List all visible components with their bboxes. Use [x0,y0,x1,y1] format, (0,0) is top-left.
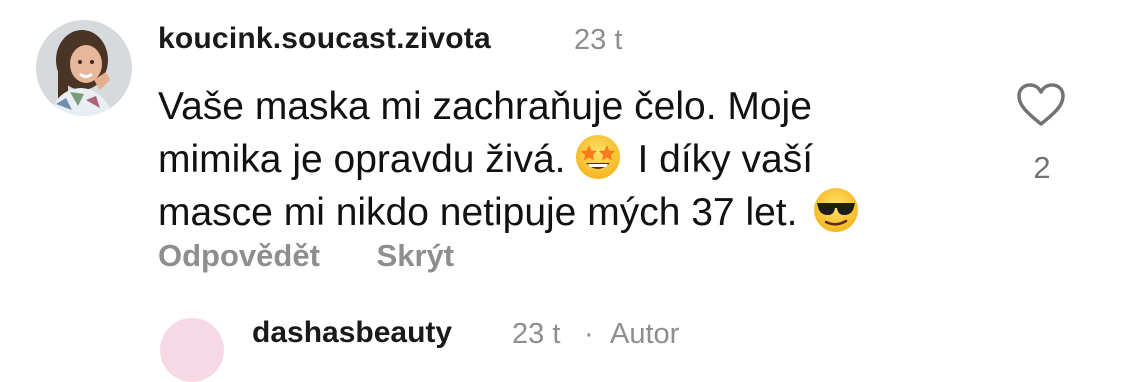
avatar[interactable] [160,318,224,382]
star-struck-emoji-icon [573,132,623,182]
comment: koucink.soucast.zivota 23 t Vaše maska m… [0,0,1124,300]
comment-username[interactable]: dashasbeauty [252,316,452,350]
like-count: 2 [1033,150,1051,185]
comment-text-segment: I díky vaší [637,138,814,181]
comment-text-line: Vaše maska mi zachraňuje čelo. Moje [158,85,812,128]
next-comment: dashasbeauty 23 t · Autor [0,306,1124,382]
comment-text-segment: mimika je opravdu živá. [158,138,566,181]
separator: · [584,318,594,350]
comment-username[interactable]: koucink.soucast.zivota [158,22,491,56]
comment-text: Vaše maska mi zachraňuje čelo. Moje mimi… [158,82,978,238]
like-button[interactable] [1016,82,1066,128]
comment-text-segment: masce mi nikdo netipuje mých 37 let. [158,191,798,234]
hide-button[interactable]: Skrýt [377,238,455,273]
avatar-image [36,20,132,116]
comment-timestamp: 23 t [574,24,623,56]
comment-timestamp: 23 t [512,318,561,350]
comment-text-line: masce mi nikdo netipuje mých 37 let. [158,185,978,238]
author-badge: Autor [610,318,680,350]
comment-actions: Odpovědět Skrýt [158,238,454,274]
sunglasses-emoji-icon [811,185,861,235]
reply-button[interactable]: Odpovědět [158,238,320,273]
avatar[interactable] [36,20,132,116]
comment-text-line: mimika je opravdu živá. I díky vaší [158,132,978,185]
heart-icon [1017,83,1065,126]
